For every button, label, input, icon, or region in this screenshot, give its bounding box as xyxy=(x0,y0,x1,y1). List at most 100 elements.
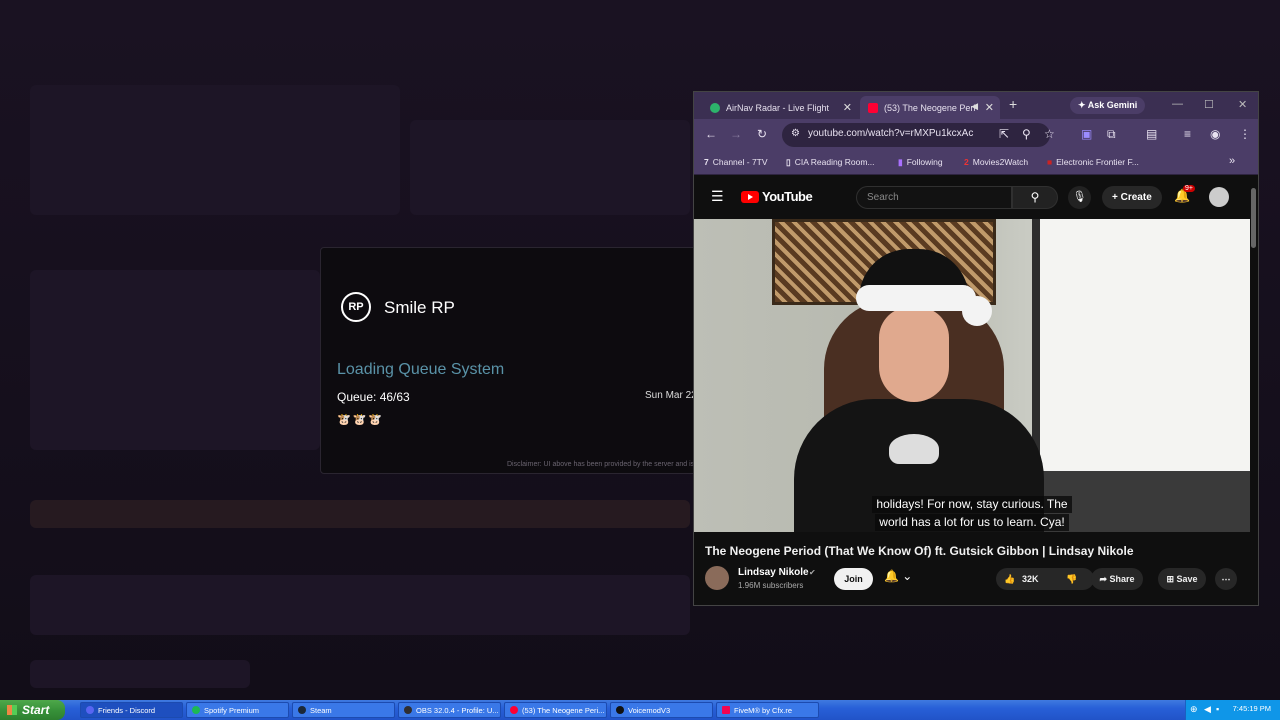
ask-gemini-button[interactable]: ✦ Ask Gemini xyxy=(1070,97,1146,114)
obs-icon xyxy=(404,706,412,714)
taskbar-item-label: Spotify Premium xyxy=(204,706,260,715)
reload-icon[interactable]: ↻ xyxy=(757,127,767,141)
bookmark-label: Movies2Watch xyxy=(972,157,1029,167)
hamburger-menu-icon[interactable]: ☰ xyxy=(711,188,724,205)
like-icon[interactable]: 👍 xyxy=(1004,568,1015,590)
browser-toolbar: ← → ↻ ⚙ youtube.com/watch?v=rMXPu1kcxAc … xyxy=(694,119,1258,152)
search-icon[interactable]: ⚲ xyxy=(1012,186,1058,209)
start-label: Start xyxy=(22,703,50,717)
site-info-icon[interactable]: ⚙ xyxy=(791,128,800,139)
video-hat-brim xyxy=(856,285,976,311)
steam-icon xyxy=(298,706,306,714)
taskbar-item-label: Steam xyxy=(310,706,332,715)
video-player[interactable]: holidays! For now, stay curious. The wor… xyxy=(694,219,1250,532)
tab-airnav[interactable]: AirNav Radar - Live Flight ✕ xyxy=(702,96,858,119)
close-window-icon[interactable]: ✕ xyxy=(1238,98,1247,111)
minimize-icon[interactable]: — xyxy=(1172,98,1183,110)
user-avatar[interactable] xyxy=(1209,187,1229,207)
extensions-icon[interactable]: ⧉ xyxy=(1107,127,1116,142)
taskbar-item-label: (53) The Neogene Peri... xyxy=(522,706,605,715)
open-in-app-icon[interactable]: ⇱ xyxy=(999,127,1009,141)
queue-disclaimer: Disclaimer: UI above has been provided b… xyxy=(507,461,695,468)
queue-date: Sun Mar 22 xyxy=(645,390,697,401)
bookmark-item[interactable]: ▮ Following xyxy=(898,157,943,168)
microphone-icon[interactable]: 🎙 xyxy=(1068,186,1091,209)
taskbar-item-label: OBS 32.0.4 - Profile: U... xyxy=(416,706,499,715)
bg-panel xyxy=(30,575,690,635)
address-bar[interactable]: ⚙ youtube.com/watch?v=rMXPu1kcxAc xyxy=(782,123,1050,147)
share-button[interactable]: ➦ Share xyxy=(1091,568,1143,590)
taskbar-item-label: FiveM® by Cfx.re xyxy=(734,706,793,715)
bg-panel xyxy=(30,85,400,215)
bg-panel xyxy=(410,120,690,215)
subscription-bell-icon[interactable]: 🔔 ⌄ xyxy=(884,569,912,583)
maximize-icon[interactable]: ☐ xyxy=(1204,98,1214,111)
video-captions: holidays! For now, stay curious. The wor… xyxy=(860,495,1084,531)
bookmark-label: Channel - 7TV xyxy=(712,157,768,167)
close-tab-icon[interactable]: ✕ xyxy=(843,101,852,114)
video-hat-pompom xyxy=(962,296,992,326)
gemini-icon: ✦ xyxy=(1078,100,1088,110)
zoom-icon[interactable]: ⚲ xyxy=(1022,127,1031,141)
taskbar-clock[interactable]: 7:45:19 PM xyxy=(1233,704,1271,713)
start-button[interactable]: Start xyxy=(0,700,65,720)
like-count[interactable]: 32K xyxy=(1022,568,1039,590)
taskbar-item-fivem[interactable]: FiveM® by Cfx.re xyxy=(716,702,819,718)
network-icon[interactable]: ⊕ xyxy=(1190,704,1198,715)
bookmark-item[interactable]: 2 Movies2Watch xyxy=(964,157,1028,167)
queue-heading: Loading Queue System xyxy=(337,361,505,378)
taskbar-item-obs[interactable]: OBS 32.0.4 - Profile: U... xyxy=(398,702,501,718)
taskbar-item-spotify[interactable]: Spotify Premium xyxy=(186,702,289,718)
channel-name[interactable]: Lindsay Nikole xyxy=(738,567,809,578)
volume-icon[interactable]: ◀ xyxy=(1204,704,1211,715)
tray-app-icon[interactable]: ▪ xyxy=(1216,704,1219,714)
more-actions-icon[interactable]: ⋯ xyxy=(1215,568,1237,590)
speaker-icon[interactable]: ◀ xyxy=(971,101,978,112)
bookmark-item[interactable]: ▯ CIA Reading Room... xyxy=(786,157,875,168)
bookmark-item[interactable]: ■ Electronic Frontier F... xyxy=(1047,157,1139,167)
taskbar-item-chrome[interactable]: (53) The Neogene Peri... xyxy=(504,702,607,718)
bookmark-item[interactable]: 7 Channel - 7TV xyxy=(704,157,768,167)
forward-icon[interactable]: → xyxy=(730,127,742,141)
url-text: youtube.com/watch?v=rMXPu1kcxAc xyxy=(808,128,974,139)
profile-icon[interactable]: ◉ xyxy=(1210,127,1220,141)
spotify-icon xyxy=(192,706,200,714)
queue-count: Queue: 46/63 xyxy=(337,390,410,404)
menu-icon[interactable]: ⋮ xyxy=(1239,127,1251,141)
bookmark-label: Following xyxy=(906,157,943,167)
caption-line: world has a lot for us to learn. Cya! xyxy=(875,514,1069,531)
tab-youtube[interactable]: (53) The Neogene Peri ◀ ✕ xyxy=(860,96,1000,119)
dislike-icon[interactable]: 👎 xyxy=(1066,568,1077,590)
close-tab-icon[interactable]: ✕ xyxy=(985,101,994,114)
caption-line: holidays! For now, stay curious. The xyxy=(872,496,1072,513)
subscriber-count: 1.96M subscribers xyxy=(738,581,804,590)
tab-bar: AirNav Radar - Live Flight ✕ (53) The Ne… xyxy=(694,92,1258,119)
side-panel-icon[interactable]: ▤ xyxy=(1146,127,1157,141)
taskbar-item-steam[interactable]: Steam xyxy=(292,702,395,718)
taskbar-item-label: VoicemodV3 xyxy=(628,706,671,715)
windows-flag-icon xyxy=(7,705,17,715)
taskbar-item-voicemod[interactable]: VoicemodV3 xyxy=(610,702,713,718)
youtube-search-input[interactable]: Search xyxy=(856,186,1012,209)
twitch-extension-icon[interactable]: ▣ xyxy=(1081,127,1092,141)
fivem-icon xyxy=(722,706,730,714)
channel-avatar[interactable] xyxy=(705,566,729,590)
page-scrollbar[interactable] xyxy=(1251,188,1256,248)
bookmark-favicon-icon: ▮ xyxy=(898,157,903,167)
like-dislike-group: 👍 32K 👎 xyxy=(996,568,1094,590)
new-tab-button[interactable]: + xyxy=(1009,96,1017,112)
notification-badge: 9+ xyxy=(1183,185,1195,192)
plus-icon: + xyxy=(1112,192,1121,203)
share-label: Share xyxy=(1109,574,1135,584)
bookmark-star-icon[interactable]: ☆ xyxy=(1044,127,1055,141)
save-button[interactable]: ⊞ Save xyxy=(1158,568,1206,590)
youtube-logo[interactable]: YouTube xyxy=(741,189,813,204)
join-button[interactable]: Join xyxy=(834,568,873,590)
taskbar-item-discord[interactable]: Friends - Discord xyxy=(80,702,183,718)
media-controls-icon[interactable]: ≡ xyxy=(1184,127,1191,141)
create-button[interactable]: + Create xyxy=(1102,186,1162,209)
bookmarks-overflow-icon[interactable]: » xyxy=(1229,155,1235,167)
back-icon[interactable]: ← xyxy=(705,127,717,141)
video-title: The Neogene Period (That We Know Of) ft.… xyxy=(705,544,1134,558)
bookmark-favicon-icon: 2 xyxy=(964,157,969,167)
